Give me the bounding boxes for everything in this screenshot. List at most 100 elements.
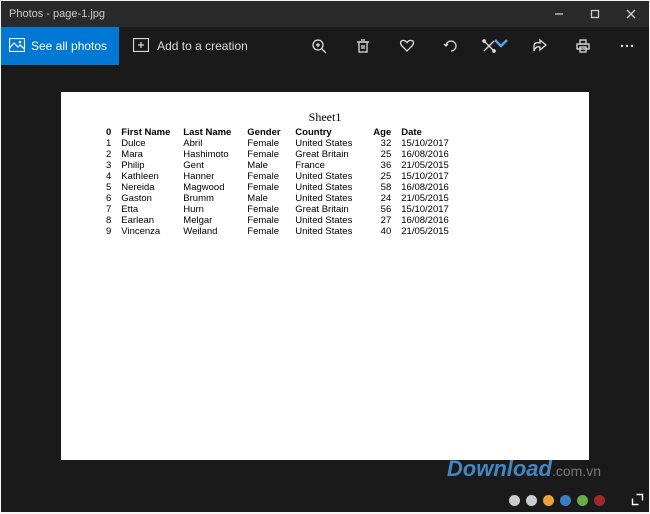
cell-country: United States <box>290 138 368 149</box>
cell-fname: Vincenza <box>116 226 178 237</box>
cell-age: 36 <box>368 160 396 171</box>
share-button[interactable] <box>517 27 561 65</box>
add-creation-icon <box>133 38 149 55</box>
cell-country: United States <box>290 171 368 182</box>
cell-index: 7 <box>101 204 116 215</box>
col-header-country: Country <box>290 127 368 138</box>
cell-age: 32 <box>368 138 396 149</box>
table-row: 7EttaHurnFemaleGreat Britain5615/10/2017 <box>101 204 460 215</box>
cell-lname: Magwood <box>178 182 242 193</box>
color-dot <box>526 495 537 506</box>
cell-fname: Mara <box>116 149 178 160</box>
col-header-index: 0 <box>101 127 116 138</box>
minimize-button[interactable] <box>541 1 577 27</box>
cell-date: 15/10/2017 <box>396 204 460 215</box>
close-button[interactable] <box>613 1 649 27</box>
cell-lname: Hurn <box>178 204 242 215</box>
col-header-fname: First Name <box>116 127 178 138</box>
resize-handle-icon[interactable] <box>628 493 645 507</box>
cell-country: United States <box>290 193 368 204</box>
cell-gender: Female <box>242 182 290 193</box>
cell-gender: Male <box>242 193 290 204</box>
color-dot <box>577 495 588 506</box>
toolbar: See all photos Add to a creation <box>1 27 649 65</box>
cell-lname: Hashimoto <box>178 149 242 160</box>
cell-age: 58 <box>368 182 396 193</box>
cell-country: Great Britain <box>290 149 368 160</box>
add-to-creation-button[interactable]: Add to a creation <box>119 27 262 65</box>
cell-lname: Weiland <box>178 226 242 237</box>
print-button[interactable] <box>561 27 605 65</box>
cell-date: 21/05/2015 <box>396 193 460 204</box>
cell-gender: Female <box>242 138 290 149</box>
color-dot <box>594 495 605 506</box>
watermark-main: Download <box>447 456 552 481</box>
cell-index: 1 <box>101 138 116 149</box>
more-button[interactable] <box>605 27 649 65</box>
cell-age: 56 <box>368 204 396 215</box>
cell-age: 25 <box>368 171 396 182</box>
window-title: Photos - page-1.jpg <box>1 8 541 20</box>
cell-gender: Male <box>242 160 290 171</box>
cell-date: 16/08/2016 <box>396 149 460 160</box>
image-page: Sheet1 0 First Name Last Name Gender Cou… <box>61 92 589 460</box>
col-header-date: Date <box>396 127 460 138</box>
rotate-button[interactable] <box>429 27 473 65</box>
photo-icon <box>9 38 25 55</box>
cell-lname: Gent <box>178 160 242 171</box>
maximize-button[interactable] <box>577 1 613 27</box>
zoom-button[interactable] <box>297 27 341 65</box>
table-row: 4KathleenHannerFemaleUnited States2515/1… <box>101 171 460 182</box>
cell-date: 15/10/2017 <box>396 171 460 182</box>
watermark: Download.com.vn <box>447 456 601 482</box>
edit-button[interactable] <box>473 27 517 65</box>
watermark-suffix: .com.vn <box>552 463 601 479</box>
cell-date: 21/05/2015 <box>396 226 460 237</box>
window-controls <box>541 1 649 27</box>
cell-country: United States <box>290 182 368 193</box>
cell-gender: Female <box>242 215 290 226</box>
table-row: 5NereidaMagwoodFemaleUnited States5816/0… <box>101 182 460 193</box>
cell-index: 3 <box>101 160 116 171</box>
viewer-area: Sheet1 0 First Name Last Name Gender Cou… <box>1 65 649 512</box>
add-to-creation-label: Add to a creation <box>157 39 248 53</box>
table-row: 6GastonBrummMaleUnited States2421/05/201… <box>101 193 460 204</box>
cell-gender: Female <box>242 149 290 160</box>
cell-date: 16/08/2016 <box>396 182 460 193</box>
cell-index: 6 <box>101 193 116 204</box>
cell-fname: Etta <box>116 204 178 215</box>
table-row: 8EarleanMelgarFemaleUnited States2716/08… <box>101 215 460 226</box>
color-dot <box>543 495 554 506</box>
cell-fname: Dulce <box>116 138 178 149</box>
col-header-gender: Gender <box>242 127 290 138</box>
cell-index: 8 <box>101 215 116 226</box>
table-header-row: 0 First Name Last Name Gender Country Ag… <box>101 127 460 138</box>
cell-lname: Brumm <box>178 193 242 204</box>
sheet-title: Sheet1 <box>101 110 549 125</box>
cell-lname: Melgar <box>178 215 242 226</box>
delete-button[interactable] <box>341 27 385 65</box>
table-row: 3PhilipGentMaleFrance3621/05/2015 <box>101 160 460 171</box>
cell-date: 16/08/2016 <box>396 215 460 226</box>
data-table: 0 First Name Last Name Gender Country Ag… <box>101 127 460 237</box>
cell-fname: Kathleen <box>116 171 178 182</box>
table-row: 9VincenzaWeilandFemaleUnited States4021/… <box>101 226 460 237</box>
titlebar: Photos - page-1.jpg <box>1 1 649 27</box>
cell-age: 40 <box>368 226 396 237</box>
favorite-button[interactable] <box>385 27 429 65</box>
cell-country: Great Britain <box>290 204 368 215</box>
chevron-down-icon <box>493 36 509 57</box>
cell-index: 2 <box>101 149 116 160</box>
cell-fname: Gaston <box>116 193 178 204</box>
cell-age: 27 <box>368 215 396 226</box>
cell-fname: Earlean <box>116 215 178 226</box>
cell-fname: Philip <box>116 160 178 171</box>
table-row: 2MaraHashimotoFemaleGreat Britain2516/08… <box>101 149 460 160</box>
see-all-photos-button[interactable]: See all photos <box>1 27 119 65</box>
cell-age: 24 <box>368 193 396 204</box>
cell-index: 4 <box>101 171 116 182</box>
cell-country: United States <box>290 215 368 226</box>
cell-country: France <box>290 160 368 171</box>
cell-index: 5 <box>101 182 116 193</box>
cell-fname: Nereida <box>116 182 178 193</box>
